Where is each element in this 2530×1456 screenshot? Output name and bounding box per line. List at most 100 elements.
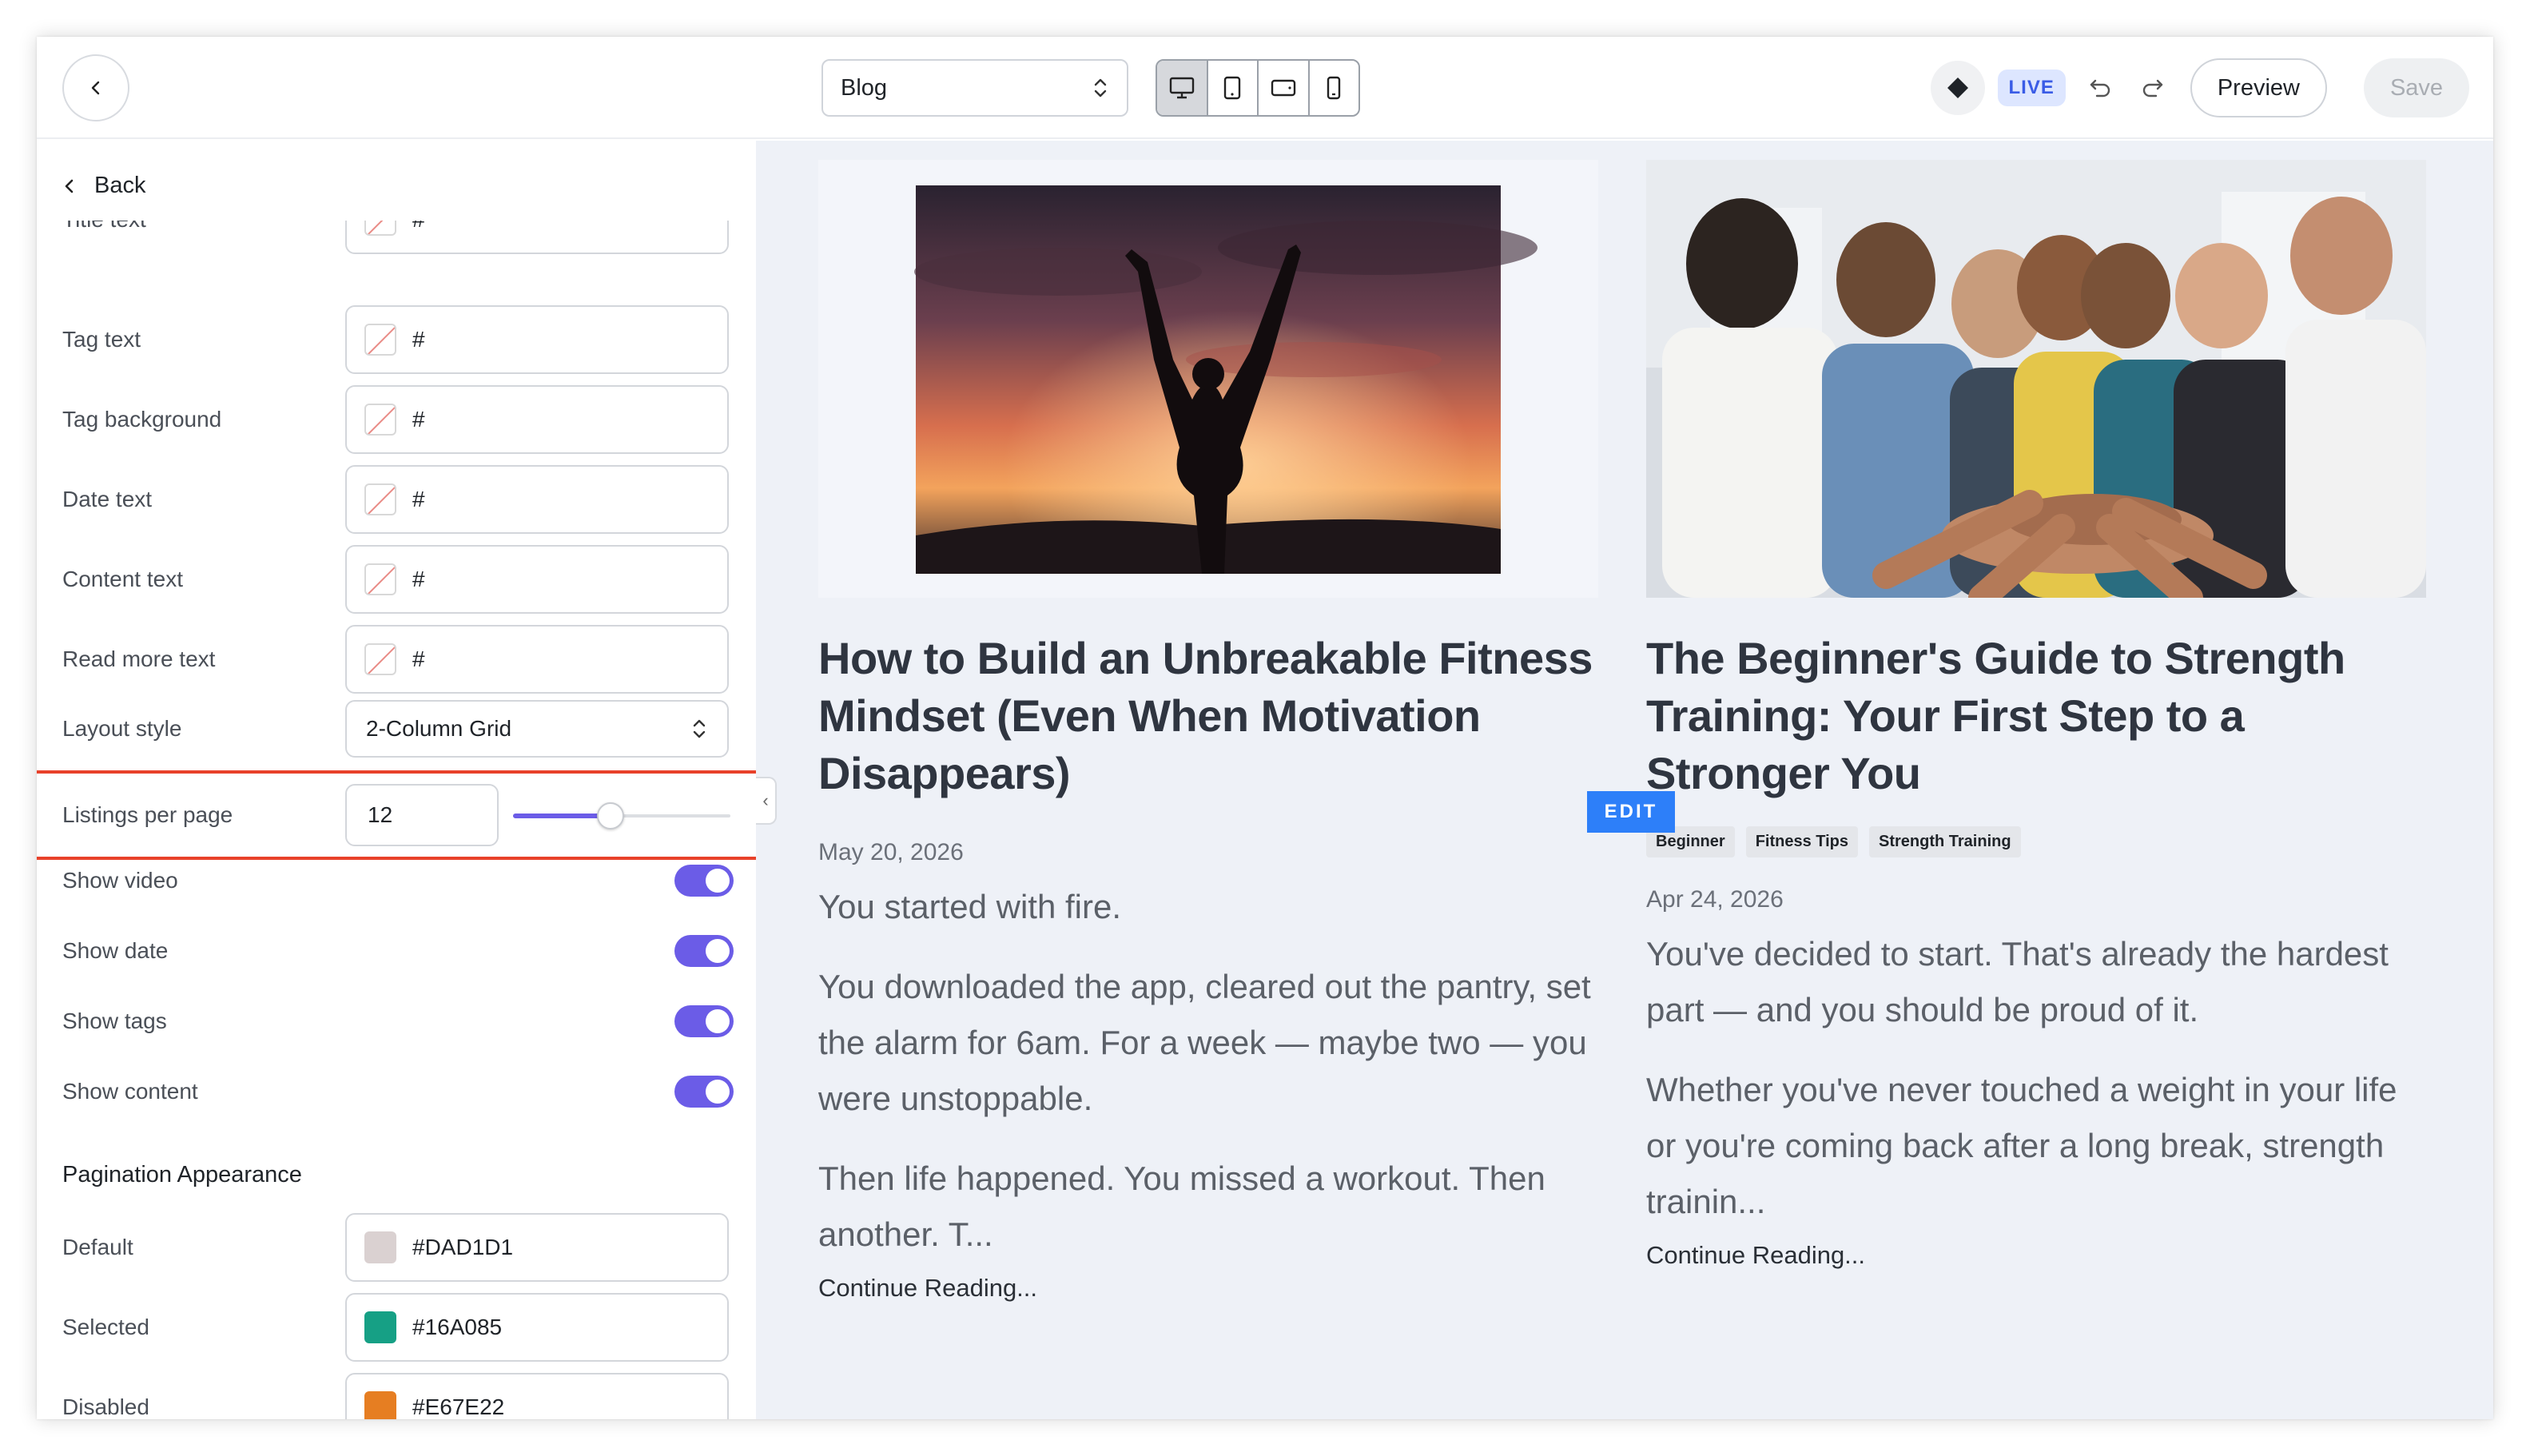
color-value: # bbox=[412, 646, 425, 671]
post-title[interactable]: How to Build an Unbreakable Fitness Mind… bbox=[818, 630, 1598, 802]
show-tags-toggle[interactable] bbox=[674, 1005, 734, 1037]
post-date: Apr 24, 2026 bbox=[1646, 886, 1784, 913]
color-input[interactable]: # bbox=[345, 625, 729, 694]
edit-badge[interactable]: EDIT bbox=[1587, 791, 1675, 833]
save-button[interactable]: Save bbox=[2364, 58, 2469, 117]
preview-button[interactable]: Preview bbox=[2190, 58, 2327, 117]
live-badge[interactable]: LIVE bbox=[1997, 70, 2066, 106]
page-select[interactable]: Blog bbox=[821, 59, 1128, 117]
undo-icon bbox=[2090, 79, 2110, 97]
partial-row-clip: Title text # bbox=[37, 221, 756, 261]
color-input[interactable]: #E67E22 bbox=[345, 1373, 729, 1419]
color-input[interactable]: # bbox=[345, 385, 729, 454]
post-image-team-huddle[interactable] bbox=[1646, 160, 2426, 598]
toggle-row-show-tags: Show tags bbox=[62, 997, 734, 1045]
excerpt-paragraph: You've decided to start. That's already … bbox=[1646, 935, 2389, 1028]
color-swatch[interactable] bbox=[364, 404, 396, 436]
tag-chip[interactable]: Strength Training bbox=[1869, 826, 2021, 857]
color-value: #DAD1D1 bbox=[412, 1235, 514, 1259]
color-value: # bbox=[412, 407, 425, 432]
color-input[interactable]: #DAD1D1 bbox=[345, 1213, 729, 1282]
show-video-toggle[interactable] bbox=[674, 865, 734, 897]
blog-card[interactable]: How to Build an Unbreakable Fitness Mind… bbox=[818, 160, 1598, 1303]
color-input[interactable]: # bbox=[345, 305, 729, 374]
field-label: Tag text bbox=[62, 327, 141, 352]
desktop-icon bbox=[1169, 77, 1194, 99]
excerpt-paragraph: Then life happened. You missed a workout… bbox=[818, 1160, 1545, 1253]
toggle-row-show-video: Show video bbox=[62, 857, 734, 905]
undo-button[interactable] bbox=[2082, 69, 2120, 107]
show-date-toggle[interactable] bbox=[674, 935, 734, 967]
continue-reading-link[interactable]: Continue Reading... bbox=[1646, 1241, 2426, 1270]
toggle-row-show-date: Show date bbox=[62, 927, 734, 975]
field-label: Disabled bbox=[62, 1394, 149, 1419]
color-swatch[interactable] bbox=[364, 563, 396, 595]
color-swatch[interactable] bbox=[364, 221, 396, 236]
field-label: Default bbox=[62, 1235, 133, 1259]
color-swatch[interactable] bbox=[364, 483, 396, 515]
toggle-row-show-content: Show content bbox=[62, 1068, 734, 1116]
chevron-left-icon: ‹ bbox=[762, 790, 769, 810]
layout-style-value: 2-Column Grid bbox=[366, 716, 512, 741]
device-tablet-portrait-button[interactable] bbox=[1208, 61, 1259, 115]
pagination-row-selected: Selected #16A085 bbox=[62, 1293, 734, 1362]
redo-icon bbox=[2142, 79, 2163, 97]
toggle-label: Show tags bbox=[62, 1008, 167, 1033]
color-value: #E67E22 bbox=[412, 1394, 505, 1419]
color-input[interactable]: #16A085 bbox=[345, 1293, 729, 1362]
team-huddle-image bbox=[1646, 160, 2426, 598]
color-row-date-text: Date text # bbox=[62, 465, 734, 534]
back-label: Back bbox=[94, 173, 146, 198]
post-title[interactable]: The Beginner's Guide to Strength Trainin… bbox=[1646, 630, 2426, 802]
tag-chip[interactable]: Fitness Tips bbox=[1745, 826, 1859, 857]
site-preview[interactable]: How to Build an Unbreakable Fitness Mind… bbox=[756, 141, 2493, 1419]
device-desktop-button[interactable] bbox=[1157, 61, 1208, 115]
blog-card[interactable]: The Beginner's Guide to Strength Trainin… bbox=[1646, 160, 2426, 1270]
continue-reading-link[interactable]: Continue Reading... bbox=[818, 1274, 1598, 1303]
toggle-label: Show date bbox=[62, 938, 169, 963]
color-value: # bbox=[412, 221, 425, 233]
post-excerpt: You started with fire. You downloaded th… bbox=[818, 879, 1598, 1263]
chevron-updown-icon bbox=[690, 718, 708, 740]
layout-style-row: Layout style 2-Column Grid bbox=[62, 700, 734, 758]
post-excerpt: You've decided to start. That's already … bbox=[1646, 926, 2426, 1230]
highlight-annotation bbox=[37, 770, 756, 860]
color-swatch[interactable] bbox=[364, 643, 396, 675]
color-input[interactable]: # bbox=[345, 465, 729, 534]
ai-assistant-button[interactable] bbox=[1930, 61, 1985, 115]
device-mobile-button[interactable] bbox=[1310, 61, 1359, 115]
redo-button[interactable] bbox=[2133, 69, 2171, 107]
collapse-panel-handle[interactable]: ‹ bbox=[756, 777, 777, 825]
diamond-icon bbox=[1947, 78, 1968, 98]
settings-panel: Back Title text # Tag text # Tag backgro… bbox=[37, 141, 756, 1419]
layout-style-select[interactable]: 2-Column Grid bbox=[345, 700, 729, 758]
post-date: May 20, 2026 bbox=[818, 839, 964, 865]
field-label: Content text bbox=[62, 567, 183, 591]
color-input[interactable]: # bbox=[345, 221, 729, 254]
pagination-section-title: Pagination Appearance bbox=[62, 1162, 302, 1187]
excerpt-paragraph: You started with fire. bbox=[818, 888, 1121, 925]
color-row-title-text: Title text # bbox=[62, 221, 734, 254]
back-link[interactable]: Back bbox=[62, 173, 145, 199]
excerpt-paragraph: Whether you've never touched a weight in… bbox=[1646, 1071, 2397, 1220]
color-input[interactable]: # bbox=[345, 545, 729, 614]
color-value: # bbox=[412, 327, 425, 352]
tablet-landscape-icon bbox=[1271, 79, 1295, 97]
field-label: Title text bbox=[62, 221, 345, 233]
exit-editor-button[interactable] bbox=[62, 54, 129, 121]
show-content-toggle[interactable] bbox=[674, 1076, 734, 1108]
color-swatch[interactable] bbox=[364, 324, 396, 356]
pagination-row-default: Default #DAD1D1 bbox=[62, 1213, 734, 1282]
color-swatch[interactable] bbox=[364, 1231, 396, 1263]
page-select-value: Blog bbox=[841, 74, 888, 101]
color-row-read-more-text: Read more text # bbox=[62, 625, 734, 694]
toggle-label: Show content bbox=[62, 1079, 198, 1104]
color-swatch[interactable] bbox=[364, 1391, 396, 1419]
toggle-label: Show video bbox=[62, 868, 178, 893]
device-tablet-landscape-button[interactable] bbox=[1259, 61, 1310, 115]
color-swatch[interactable] bbox=[364, 1311, 396, 1343]
post-image-sunset-silhouette[interactable] bbox=[818, 160, 1598, 598]
mobile-icon bbox=[1327, 76, 1341, 100]
chevron-updown-icon bbox=[1092, 77, 1109, 99]
chevron-left-icon bbox=[91, 81, 100, 95]
